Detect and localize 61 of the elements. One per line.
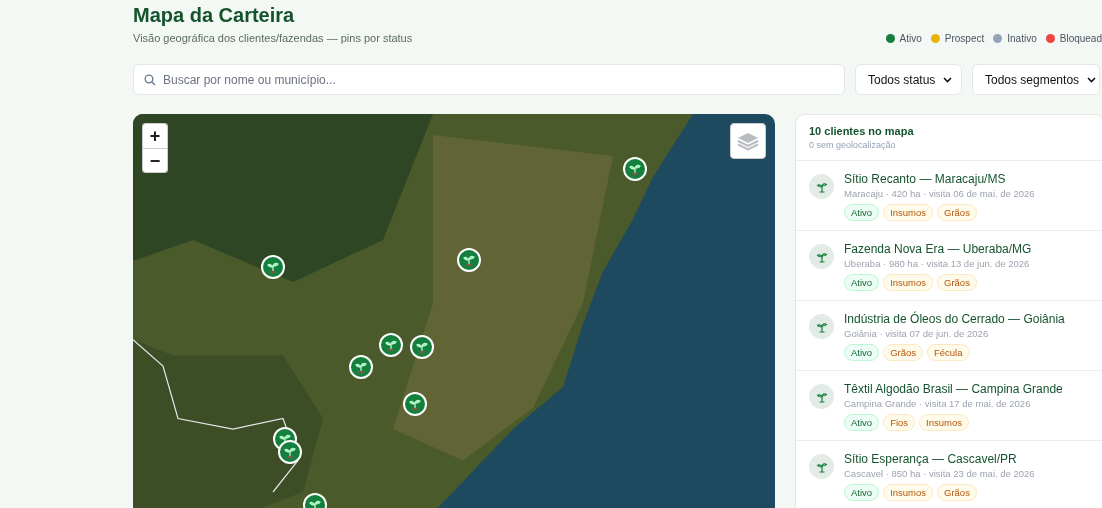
filter-select[interactable]: Todos segmentos bbox=[972, 64, 1100, 95]
sprout-icon bbox=[809, 454, 834, 479]
status-tag: Ativo bbox=[844, 274, 880, 291]
filter-select[interactable]: Todos status bbox=[855, 64, 962, 95]
client-item[interactable]: Sítio Esperança — Cascavel/PR Cascavel · 850 ha · visita 23 de mai. de 2026 Ativo Insumos Grãos bbox=[796, 441, 1102, 508]
legend-label: Bloquead bbox=[1059, 33, 1102, 44]
client-name: Fazenda Nova Era — Uberaba/MG bbox=[844, 242, 1032, 256]
status-tag: Ativo bbox=[844, 414, 880, 431]
sprout-icon bbox=[809, 384, 834, 409]
client-item[interactable]: Fazenda Nova Era — Uberaba/MG Uberaba · 980 ha · visita 13 de jun. de 2026 Ativo Insumos Grãos bbox=[796, 231, 1102, 301]
client-details: Cascavel · 850 ha · visita 23 de mai. de 2026 bbox=[844, 468, 1035, 479]
client-name: Sítio Recanto — Maracaju/MS bbox=[844, 172, 1007, 186]
segment-tag: Grãos bbox=[883, 344, 923, 361]
client-name: Sítio Esperança — Cascavel/PR bbox=[844, 452, 1018, 466]
sprout-icon bbox=[415, 340, 429, 354]
panel-title: 10 clientes no mapa bbox=[809, 125, 915, 137]
legend-label: Prospect bbox=[944, 33, 985, 44]
client-details: Campina Grande · visita 17 de mai. de 2026 bbox=[844, 398, 1032, 409]
segment-tag: Insumos bbox=[883, 204, 934, 221]
client-details: Goiânia · visita 07 de jun. de 2026 bbox=[844, 328, 990, 339]
segment-tag: Grãos bbox=[937, 274, 977, 291]
layers-icon bbox=[737, 131, 759, 151]
sprout-icon bbox=[809, 314, 834, 339]
segment-tag: Grãos bbox=[937, 204, 977, 221]
status-tag: Ativo bbox=[844, 204, 880, 221]
sprout-icon bbox=[354, 360, 368, 374]
zoom-in-button[interactable]: + bbox=[143, 124, 167, 148]
client-details: Maracaju · 420 ha · visita 06 de mai. de 2026 bbox=[844, 188, 1035, 199]
client-item[interactable]: Indústria de Óleos do Cerrado — Goiânia Goiânia · visita 07 de jun. de 2026 Ativo Grãos Fécula bbox=[796, 301, 1102, 371]
sprout-icon bbox=[809, 244, 834, 269]
sprout-icon bbox=[384, 338, 398, 352]
zoom-out-button[interactable]: − bbox=[143, 148, 167, 172]
sprout-icon bbox=[308, 498, 322, 508]
page-subtitle: Visão geográfica dos clientes/fazendas — pins por status bbox=[133, 32, 413, 44]
segment-tag: Fios bbox=[883, 414, 916, 431]
client-item[interactable]: Sítio Recanto — Maracaju/MS Maracaju · 420 ha · visita 06 de mai. de 2026 Ativo Insumos Grãos bbox=[796, 161, 1102, 231]
status-tag: Ativo bbox=[844, 344, 880, 361]
sprout-icon bbox=[408, 397, 422, 411]
segment-tag: Insumos bbox=[883, 274, 934, 291]
segment-tag: Insumos bbox=[919, 414, 969, 431]
sprout-icon bbox=[266, 260, 280, 274]
status-tag: Ativo bbox=[844, 484, 880, 501]
sprout-icon bbox=[462, 253, 476, 267]
client-item[interactable]: Têxtil Algodão Brasil — Campina Grande Campina Grande · visita 17 de mai. de 2026 Ativo Fios Insumos bbox=[796, 371, 1102, 441]
sprout-icon bbox=[809, 174, 834, 199]
sprout-icon bbox=[283, 445, 297, 459]
chevron-down-icon bbox=[1087, 76, 1097, 83]
legend-label: Ativo bbox=[899, 33, 922, 44]
segment-tag: Insumos bbox=[883, 484, 934, 501]
sprout-icon bbox=[628, 162, 642, 176]
client-details: Uberaba · 980 ha · visita 13 de jun. de 2026 bbox=[844, 258, 1031, 269]
search-field[interactable]: Buscar por nome ou município... bbox=[133, 64, 845, 95]
segment-tag: Grãos bbox=[937, 484, 977, 501]
client-name: Têxtil Algodão Brasil — Campina Grande bbox=[844, 382, 1063, 396]
client-name: Indústria de Óleos do Cerrado — Goiânia bbox=[844, 312, 1065, 326]
page-title: Mapa da Carteira bbox=[133, 3, 296, 28]
panel-subtitle: 0 sem geolocalização bbox=[809, 140, 897, 150]
search-icon bbox=[144, 74, 156, 86]
chevron-down-icon bbox=[943, 76, 953, 83]
legend-label: Inativo bbox=[1007, 33, 1037, 44]
segment-tag: Fécula bbox=[927, 344, 970, 361]
